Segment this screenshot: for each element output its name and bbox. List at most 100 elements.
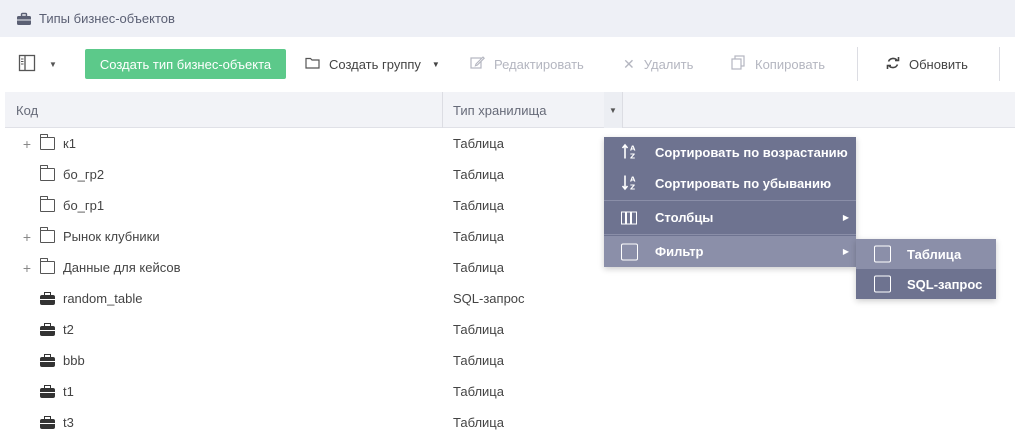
column-header-code[interactable]: Код — [16, 92, 38, 128]
row-storage-type: Таблица — [453, 136, 504, 151]
column-header-storage-type[interactable]: Тип хранилища — [453, 92, 546, 128]
row-name: random_table — [63, 291, 143, 306]
menu-item-label: Фильтр — [655, 244, 704, 259]
refresh-icon — [886, 56, 900, 73]
chevron-right-icon: ▶ — [842, 213, 849, 222]
edit-label: Редактировать — [494, 56, 584, 72]
chevron-down-icon: ▼ — [609, 105, 617, 115]
menu-item-sort-desc[interactable]: AZ Сортировать по убыванию — [604, 168, 856, 199]
create-group-button[interactable]: Создать группу ▼ — [305, 49, 440, 79]
menu-divider — [604, 234, 856, 235]
copy-icon — [731, 55, 746, 73]
copy-label: Копировать — [755, 56, 825, 72]
menu-item-sort-asc[interactable]: AZ Сортировать по возрастанию — [604, 137, 856, 168]
menu-item-label: Сортировать по возрастанию — [655, 145, 848, 160]
column-context-menu: AZ Сортировать по возрастанию AZ Сортиро… — [604, 137, 856, 267]
filter-option-label: SQL-запрос — [907, 276, 983, 292]
column-menu-button[interactable]: ▼ — [604, 92, 623, 128]
folder-icon — [39, 227, 55, 243]
folder-icon — [305, 56, 320, 72]
copy-button[interactable]: Копировать — [731, 49, 825, 79]
column-divider[interactable] — [442, 92, 443, 128]
menu-item-columns[interactable]: Столбцы ▶ — [604, 202, 856, 233]
expand-plus-icon[interactable]: + — [22, 230, 32, 244]
close-icon: ✕ — [623, 55, 635, 72]
table-row[interactable]: t2 Таблица — [5, 314, 1015, 345]
edit-button[interactable]: Редактировать — [470, 49, 584, 79]
row-storage-type: Таблица — [453, 384, 504, 399]
row-name: бо_гр2 — [63, 167, 105, 182]
row-storage-type: Таблица — [453, 415, 504, 430]
checkbox[interactable] — [874, 275, 891, 293]
menu-divider — [604, 200, 856, 201]
briefcase-icon — [40, 353, 55, 367]
sort-ascending-icon: AZ — [621, 142, 637, 163]
row-storage-type: Таблица — [453, 353, 504, 368]
row-name: Рынок клубники — [63, 229, 160, 244]
checkbox[interactable] — [874, 245, 891, 263]
expand-plus-icon[interactable]: + — [22, 137, 32, 151]
svg-text:A: A — [630, 144, 636, 152]
filter-option-table[interactable]: Таблица — [856, 239, 996, 269]
table-row[interactable]: бо_гр1 Таблица — [5, 190, 1015, 221]
filter-option-label: Таблица — [907, 246, 962, 262]
chevron-down-icon: ▼ — [431, 59, 440, 69]
svg-text:A: A — [630, 175, 636, 183]
table-row[interactable]: t3 Таблица — [5, 407, 1015, 438]
row-name: бо_гр1 — [63, 198, 105, 213]
folder-icon — [39, 165, 55, 181]
svg-text:Z: Z — [630, 152, 635, 160]
table-row[interactable]: t1 Таблица — [5, 376, 1015, 407]
window-title-bar: Типы бизнес-объектов — [0, 0, 1015, 37]
row-storage-type: Таблица — [453, 260, 504, 275]
row-name: bbb — [63, 353, 85, 368]
briefcase-icon — [40, 415, 55, 429]
toolbar-divider — [999, 47, 1000, 81]
folder-icon — [39, 196, 55, 212]
filter-checkbox-icon — [621, 243, 638, 260]
panel-toggle-button[interactable]: ▼ — [18, 49, 68, 79]
row-name: t1 — [63, 384, 74, 399]
chevron-right-icon: ▶ — [842, 247, 849, 256]
expand-plus-icon[interactable]: + — [22, 261, 32, 275]
row-storage-type: Таблица — [453, 322, 504, 337]
table-row[interactable]: бо_гр2 Таблица — [5, 159, 1015, 190]
menu-item-label: Столбцы — [655, 210, 714, 225]
svg-text:Z: Z — [630, 183, 635, 191]
filter-option-sql[interactable]: SQL-запрос — [856, 269, 996, 299]
edit-icon — [470, 55, 485, 73]
page-title: Типы бизнес-объектов — [39, 11, 175, 26]
row-storage-type: Таблица — [453, 167, 504, 182]
delete-button[interactable]: ✕ Удалить — [623, 49, 693, 79]
create-type-button[interactable]: Создать тип бизнес-объекта — [85, 49, 286, 79]
toolbar: ▼ Создать тип бизнес-объекта Создать гру… — [0, 37, 1015, 92]
columns-icon — [621, 211, 637, 224]
briefcase-icon — [16, 12, 32, 26]
refresh-button[interactable]: Обновить — [886, 49, 968, 79]
row-name: t3 — [63, 415, 74, 430]
folder-icon — [39, 258, 55, 274]
filter-submenu: Таблица SQL-запрос — [856, 239, 996, 299]
chevron-down-icon: ▼ — [49, 59, 57, 69]
panel-toggle-icon — [18, 54, 36, 75]
row-name: t2 — [63, 322, 74, 337]
toolbar-divider — [857, 47, 858, 81]
row-storage-type: SQL-запрос — [453, 291, 525, 306]
table-row[interactable]: bbb Таблица — [5, 345, 1015, 376]
row-name: к1 — [63, 136, 76, 151]
menu-item-filter[interactable]: Фильтр ▶ — [604, 236, 856, 267]
table-row[interactable]: + к1 Таблица — [5, 128, 1015, 159]
grid-header: Код Тип хранилища ▼ — [5, 92, 1015, 128]
briefcase-icon — [40, 384, 55, 398]
row-storage-type: Таблица — [453, 198, 504, 213]
row-name: Данные для кейсов — [63, 260, 181, 275]
menu-item-label: Сортировать по убыванию — [655, 176, 832, 191]
create-group-label: Создать группу — [329, 56, 421, 72]
briefcase-icon — [40, 322, 55, 336]
briefcase-icon — [40, 291, 55, 305]
row-storage-type: Таблица — [453, 229, 504, 244]
refresh-label: Обновить — [909, 56, 968, 72]
sort-descending-icon: AZ — [621, 173, 637, 194]
folder-icon — [39, 134, 55, 150]
delete-label: Удалить — [643, 56, 694, 72]
